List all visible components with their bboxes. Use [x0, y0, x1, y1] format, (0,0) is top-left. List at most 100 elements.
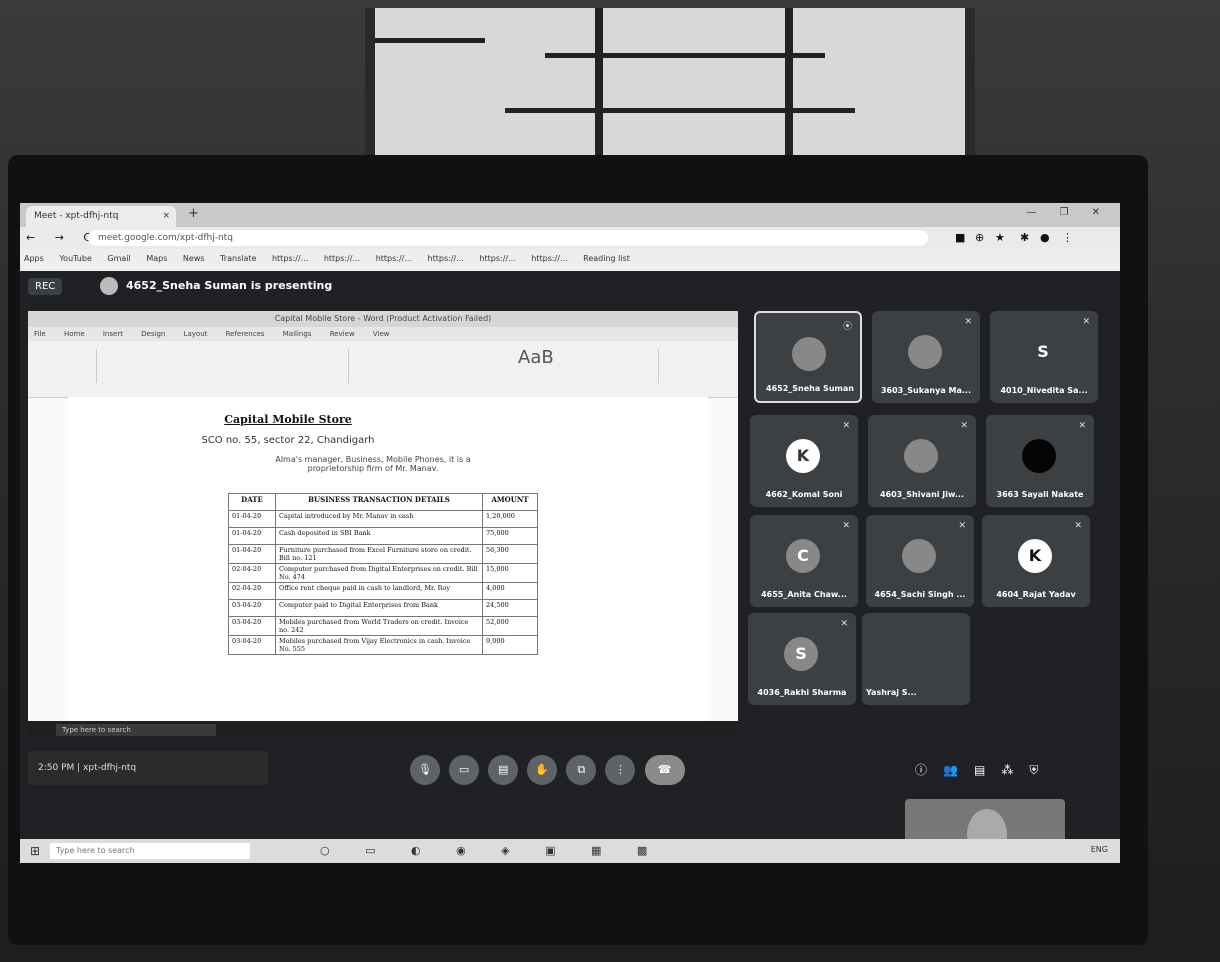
bookmark[interactable]: Apps — [24, 254, 44, 263]
menu-item[interactable]: References — [226, 330, 265, 338]
screen: Meet - xpt-dfhj-ntq × + — ❐ ✕ ← → C meet… — [20, 203, 1120, 863]
doc-address: SCO no. 55, sector 22, Chandigarh — [201, 435, 375, 446]
cell-date: 01-04-20 — [228, 510, 276, 528]
menu-icon[interactable]: ⋮ — [1062, 231, 1073, 244]
browser-tab[interactable]: Meet - xpt-dfhj-ntq × — [26, 206, 176, 227]
participant-tile[interactable]: ✕ C 4655_Anita Chaw... — [750, 515, 858, 607]
participant-tile[interactable]: ✕ 4654_Sachi Singh ... — [866, 515, 974, 607]
bookmark[interactable]: Maps — [146, 254, 167, 263]
participant-name: 4010_Nivedita Sa... — [1000, 386, 1088, 395]
participant-tile[interactable]: ✕ S 4036_Rakhi Sharma — [748, 613, 856, 705]
mic-off-icon: ✕ — [840, 619, 848, 629]
camera-button[interactable]: ▭ — [449, 755, 480, 785]
cell-details: Cash deposited in SBI Bank — [275, 527, 483, 545]
start-icon[interactable]: ⊞ — [30, 844, 40, 858]
avatar — [904, 439, 938, 473]
info-icon[interactable]: ⓘ — [915, 763, 943, 777]
menu-item[interactable]: Mailings — [283, 330, 312, 338]
menu-item[interactable]: Layout — [184, 330, 208, 338]
participant-tile[interactable]: Yashraj S... — [862, 613, 970, 705]
extensions-icon[interactable]: ✱ — [1020, 231, 1029, 244]
chat-icon[interactable]: ▤ — [974, 763, 1001, 777]
ribbon-group[interactable] — [108, 349, 349, 383]
shield-icon[interactable]: ⛨ — [1029, 763, 1054, 777]
bookmark[interactable]: https://... — [428, 254, 464, 263]
menu-item[interactable]: File — [34, 330, 46, 338]
menu-item[interactable]: Design — [141, 330, 165, 338]
cell-details: Mobiles purchased from Vijay Electronics… — [275, 635, 483, 655]
mic-off-icon: ✕ — [958, 521, 966, 531]
cell-amount: 56,300 — [482, 544, 538, 564]
end-call-button[interactable]: ☎ — [644, 755, 685, 785]
bookmark[interactable]: YouTube — [59, 254, 92, 263]
bookmark[interactable]: https://... — [376, 254, 412, 263]
avatar — [1022, 439, 1056, 473]
taskbar-apps[interactable]: ○ ▭ ◐ ◉ ◈ ▣ ▦ ▩ — [320, 844, 663, 857]
cell-amount: 9,000 — [482, 635, 538, 655]
bookmark[interactable]: https://... — [272, 254, 308, 263]
cell-details: Mobiles purchased from World Traders on … — [275, 616, 483, 636]
menu-item[interactable]: Insert — [103, 330, 123, 338]
cell-date: 03-04-20 — [228, 599, 276, 617]
mic-button[interactable]: 🎙 — [410, 755, 440, 785]
participant-tile[interactable]: ✕ K 4604_Rajat Yadav — [982, 515, 1090, 607]
avatar — [100, 277, 118, 295]
bookmark[interactable]: News — [183, 254, 205, 263]
url-input[interactable]: meet.google.com/xpt-dfhj-ntq — [88, 230, 928, 246]
bookmark[interactable]: https://... — [531, 254, 567, 263]
ribbon-group[interactable] — [36, 349, 97, 383]
participant-tile[interactable]: ✕ 3603_Sukanya Ma... — [872, 311, 980, 403]
avatar: S — [784, 637, 818, 671]
header-date: DATE — [228, 493, 276, 511]
present-button[interactable]: ⧉ — [566, 755, 597, 785]
people-icon[interactable]: 👥 — [943, 763, 974, 777]
participant-tile[interactable]: ✕ 3663 Sayali Nakate — [986, 415, 1094, 507]
table-row: 01-04-20 Cash deposited in SBI Bank 75,0… — [228, 527, 538, 545]
mic-off-icon: ✕ — [1078, 421, 1086, 431]
participant-tile[interactable]: ⦿ 4652_Sneha Suman — [754, 311, 862, 403]
participant-tile[interactable]: ✕ 4603_Shivani Jiw... — [868, 415, 976, 507]
menu-item[interactable]: Home — [64, 330, 85, 338]
reading-list[interactable]: Reading list — [583, 254, 630, 263]
system-tray[interactable]: ENG — [1091, 845, 1108, 854]
table-row: 03-04-20 Mobiles purchased from World Tr… — [228, 616, 538, 636]
new-tab-icon[interactable]: + — [188, 206, 199, 221]
meet-controls: 🎙 ▭ ▤ ✋ ⧉ ⋮ ☎ — [410, 755, 689, 785]
share-icon[interactable]: ⊕ — [975, 231, 984, 244]
more-button[interactable]: ⋮ — [605, 755, 636, 785]
menu-item[interactable]: View — [373, 330, 390, 338]
presenting-text: 4652_Sneha Suman is presenting — [126, 279, 333, 292]
participant-name: 4662_Komal Soni — [765, 490, 843, 499]
participant-tile[interactable]: ✕ S 4010_Nivedita Sa... — [990, 311, 1098, 403]
profile-icon[interactable]: ● — [1040, 231, 1050, 244]
header-amount: AMOUNT — [482, 493, 538, 511]
cell-date: 01-04-20 — [228, 544, 276, 564]
close-icon[interactable]: × — [162, 206, 170, 227]
bookmark[interactable]: https://... — [479, 254, 515, 263]
avatar: C — [786, 539, 820, 573]
captions-button[interactable]: ▤ — [488, 755, 519, 785]
window-controls[interactable]: — ❐ ✕ — [1026, 207, 1110, 218]
styles-sample[interactable]: AaB — [518, 347, 554, 368]
avatar: S — [1037, 342, 1049, 361]
table-header: DATE BUSINESS TRANSACTION DETAILS AMOUNT — [228, 493, 538, 511]
word-menu: File Home Insert Design Layout Reference… — [28, 327, 738, 341]
activities-icon[interactable]: ⁂ — [1001, 763, 1029, 777]
ribbon-group[interactable] — [358, 349, 659, 383]
bookmark[interactable]: Translate — [220, 254, 256, 263]
cell-details: Capital introduced by Mr. Manav in cash — [275, 510, 483, 528]
camera-icon[interactable]: ■ — [955, 231, 965, 244]
cell-amount: 4,000 — [482, 582, 538, 600]
raise-hand-button[interactable]: ✋ — [527, 755, 558, 785]
star-icon[interactable]: ★ — [995, 231, 1005, 244]
table-row: 01-04-20 Furniture purchased from Excel … — [228, 544, 538, 564]
participant-name: Yashraj S... — [866, 688, 917, 697]
bookmark[interactable]: Gmail — [107, 254, 130, 263]
bookmark[interactable]: https://... — [324, 254, 360, 263]
participant-tile[interactable]: ✕ K 4662_Komal Soni — [750, 415, 858, 507]
rec-badge: REC — [28, 278, 63, 295]
menu-item[interactable]: Review — [330, 330, 355, 338]
taskbar-search[interactable]: Type here to search — [50, 843, 250, 859]
word-title-bar: Capital Mobile Store - Word (Product Act… — [28, 311, 738, 327]
clock-time: 2:50 PM — [38, 763, 75, 773]
